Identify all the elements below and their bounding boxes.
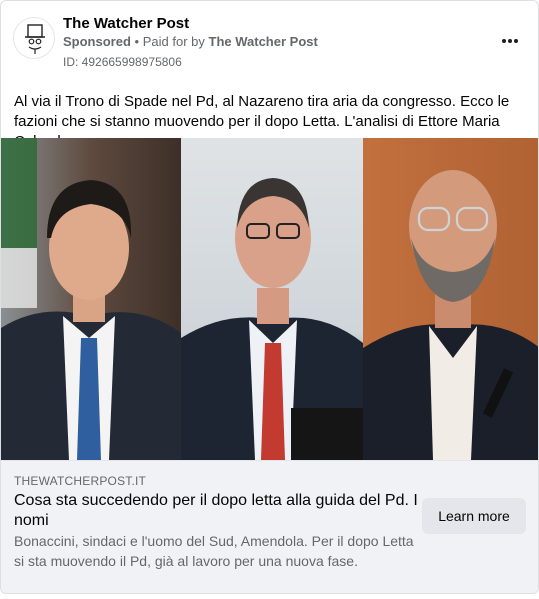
payer-name: The Watcher Post (208, 34, 318, 49)
more-horizontal-icon (501, 39, 519, 43)
link-preview[interactable]: THEWATCHERPOST.IT Cosa sta succedendo pe… (1, 460, 538, 593)
sponsored-line: Sponsored • Paid for by The Watcher Post (63, 34, 318, 50)
learn-more-button[interactable]: Learn more (422, 498, 526, 534)
three-politicians-photo (1, 138, 538, 460)
page-avatar[interactable] (13, 17, 55, 59)
ad-image[interactable] (1, 138, 538, 460)
link-headline[interactable]: Cosa sta succedendo per il dopo letta al… (14, 491, 418, 531)
ad-card: The Watcher Post Sponsored • Paid for by… (0, 0, 539, 594)
page-name[interactable]: The Watcher Post (63, 15, 189, 33)
meta-separator: • (134, 34, 140, 49)
more-options-button[interactable] (496, 29, 524, 53)
sponsored-label[interactable]: Sponsored (63, 34, 131, 49)
watcher-logo-icon (25, 24, 45, 54)
paid-for-by-label: Paid for by (142, 34, 205, 49)
ad-header: The Watcher Post Sponsored • Paid for by… (1, 1, 538, 81)
link-description: Bonaccini, sindaci e l'uomo del Sud, Ame… (14, 533, 414, 569)
ad-id: ID: 492665998975806 (63, 55, 182, 69)
link-domain: THEWATCHERPOST.IT (14, 474, 147, 488)
